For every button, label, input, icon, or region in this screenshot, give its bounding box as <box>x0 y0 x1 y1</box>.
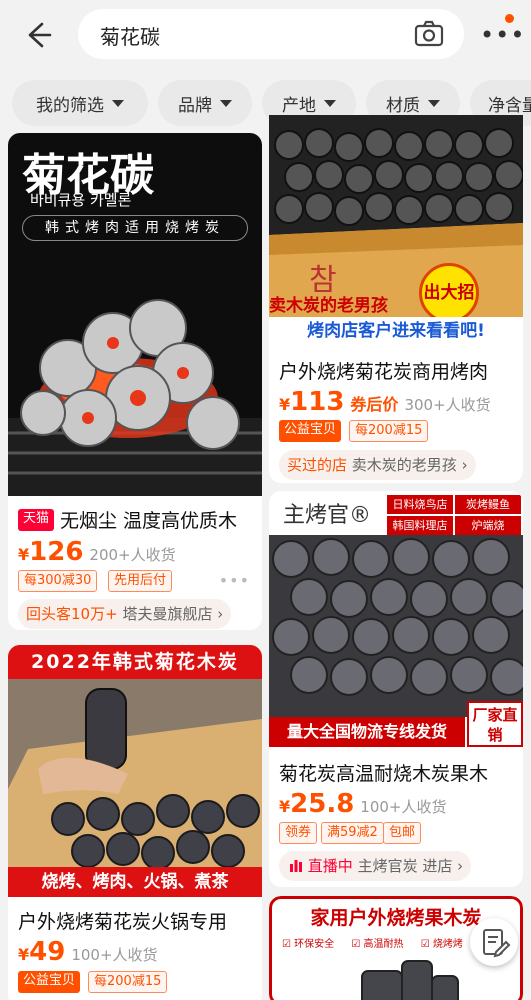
sold-count: 100+人收货 <box>360 798 447 816</box>
image-caption: 卖木炭的老男孩啦! <box>269 296 475 316</box>
top-bar: 菊花碳 ••• <box>0 0 531 68</box>
image-banner: 韩式烤肉适用烧烤炭 <box>22 215 248 241</box>
back-arrow-icon[interactable] <box>20 17 56 53</box>
filter-chip-brand[interactable]: 品牌 <box>158 80 252 126</box>
product-title[interactable]: 户外烧烤菊花炭火锅专用 <box>18 907 254 934</box>
promo-stamp: 出大招 <box>419 263 479 323</box>
brand-logo: 主烤官® <box>283 503 372 528</box>
product-card[interactable]: 참 卖木炭的老男孩啦! 出大招 烤肉店客户进来看看吧! 户外烧烤菊花炭商用烤肉 … <box>269 115 523 483</box>
promo-tag: 每200减15 <box>88 971 168 993</box>
sold-count: 100+人收货 <box>71 946 158 964</box>
live-bars-icon <box>290 860 302 872</box>
image-caption: 烤肉店客户进来看看吧! <box>269 317 523 345</box>
product-image: 菊花碳 바비큐용 카멜론 韩式烤肉适用烧烤炭 <box>8 133 262 496</box>
coupon-tag[interactable]: 领券 <box>279 822 318 844</box>
charity-tag: 公益宝贝 <box>18 971 81 993</box>
image-corner-badge: 厂家直销 <box>467 701 523 747</box>
image-subtitle: 바비큐용 카멜론 <box>30 191 132 209</box>
filter-chip-my-filter[interactable]: 我的筛选 <box>12 80 148 126</box>
charcoal-pieces-illustration <box>361 960 459 1000</box>
product-card[interactable]: 主烤官® 日料烧鸟店 炭烤鳗鱼 韩国料理店 炉端烧 量大全国物流专线发货 厂家直… <box>269 491 523 887</box>
camera-icon[interactable] <box>414 20 444 48</box>
charity-tag: 公益宝贝 <box>279 420 342 442</box>
floating-feedback-button[interactable] <box>470 918 518 966</box>
product-title[interactable]: 菊花炭高温耐烧木炭果木 <box>279 759 515 786</box>
search-box[interactable]: 菊花碳 <box>78 9 464 59</box>
search-query[interactable]: 菊花碳 <box>100 21 160 50</box>
price: ¥113 券后价 300+人收货 <box>279 387 491 417</box>
more-menu-icon[interactable]: ••• <box>480 14 524 50</box>
dropdown-caret-icon <box>324 99 336 107</box>
image-caption: 量大全国物流专线发货 <box>269 717 465 747</box>
edit-note-icon <box>483 929 511 958</box>
tmall-badge: 天猫 <box>18 509 55 531</box>
product-title[interactable]: 户外烧烤菊花炭商用烤肉 <box>279 357 515 384</box>
price: ¥25.8 100+人收货 <box>279 789 447 819</box>
filter-label: 净含量 <box>488 95 531 116</box>
product-image: 2022年韩式菊花木炭 烧烤、烤肉、火锅、煮茶 <box>8 645 262 897</box>
product-card[interactable]: 2022年韩式菊花木炭 烧烤、烤肉、火锅、煮茶 户外烧烤菊花炭火锅专用 ¥49 1… <box>8 645 262 1000</box>
filter-label: 材质 <box>386 95 420 116</box>
sold-count: 300+人收货 <box>404 396 491 414</box>
image-caption: 烧烤、烤肉、火锅、煮茶 <box>8 867 262 897</box>
charcoal-fire-illustration <box>8 299 262 496</box>
price: ¥49 100+人收货 <box>18 937 158 967</box>
after-coupon-label: 券后价 <box>350 395 399 414</box>
free-shipping-tag: 包邮 <box>383 822 422 844</box>
promo-tag: 满59减2 <box>321 822 384 844</box>
shop-link[interactable]: 买过的店 卖木炭的老男孩 › <box>279 450 476 480</box>
charcoal-hand-illustration <box>8 679 262 867</box>
sold-count: 200+人收货 <box>89 546 176 564</box>
promo-tag: 每300减30 <box>18 570 98 592</box>
filter-label: 品牌 <box>178 95 212 116</box>
promo-tag: 先用后付 <box>108 570 173 592</box>
dropdown-caret-icon <box>220 99 232 107</box>
dropdown-caret-icon <box>428 99 440 107</box>
image-banner: 2022年韩式菊花木炭 <box>8 645 262 679</box>
notification-dot <box>505 14 514 23</box>
product-card[interactable]: 菊花碳 바비큐용 카멜론 韩式烤肉适用烧烤炭 天猫 无烟尘 温度高优质木 ¥12… <box>8 133 262 630</box>
charcoal-stack-illustration <box>269 535 523 717</box>
image-checks: ☑ 环保安全 ☑ 高温耐热 ☑ 烧烤烤 <box>282 939 463 950</box>
product-image: 主烤官® 日料烧鸟店 炭烤鳗鱼 韩国料理店 炉端烧 量大全国物流专线发货 厂家直… <box>269 491 523 747</box>
filter-label: 产地 <box>282 95 316 116</box>
product-title[interactable]: 无烟尘 温度高优质木 <box>60 506 256 533</box>
image-cells: 日料烧鸟店 炭烤鳗鱼 韩国料理店 炉端烧 <box>387 495 523 535</box>
more-options-icon[interactable]: ••• <box>219 571 250 590</box>
shop-link[interactable]: 回头客10万+ 塔夫曼旗舰店 › <box>18 599 232 629</box>
live-shop-link[interactable]: 直播中 主烤官炭 进店 › <box>279 851 472 881</box>
filter-label: 我的筛选 <box>36 95 104 116</box>
dropdown-caret-icon <box>112 99 124 107</box>
product-image: 참 卖木炭的老男孩啦! 出大招 烤肉店客户进来看看吧! <box>269 115 523 345</box>
price: ¥126 200+人收货 <box>18 537 176 567</box>
promo-tag: 每200减15 <box>349 420 429 442</box>
